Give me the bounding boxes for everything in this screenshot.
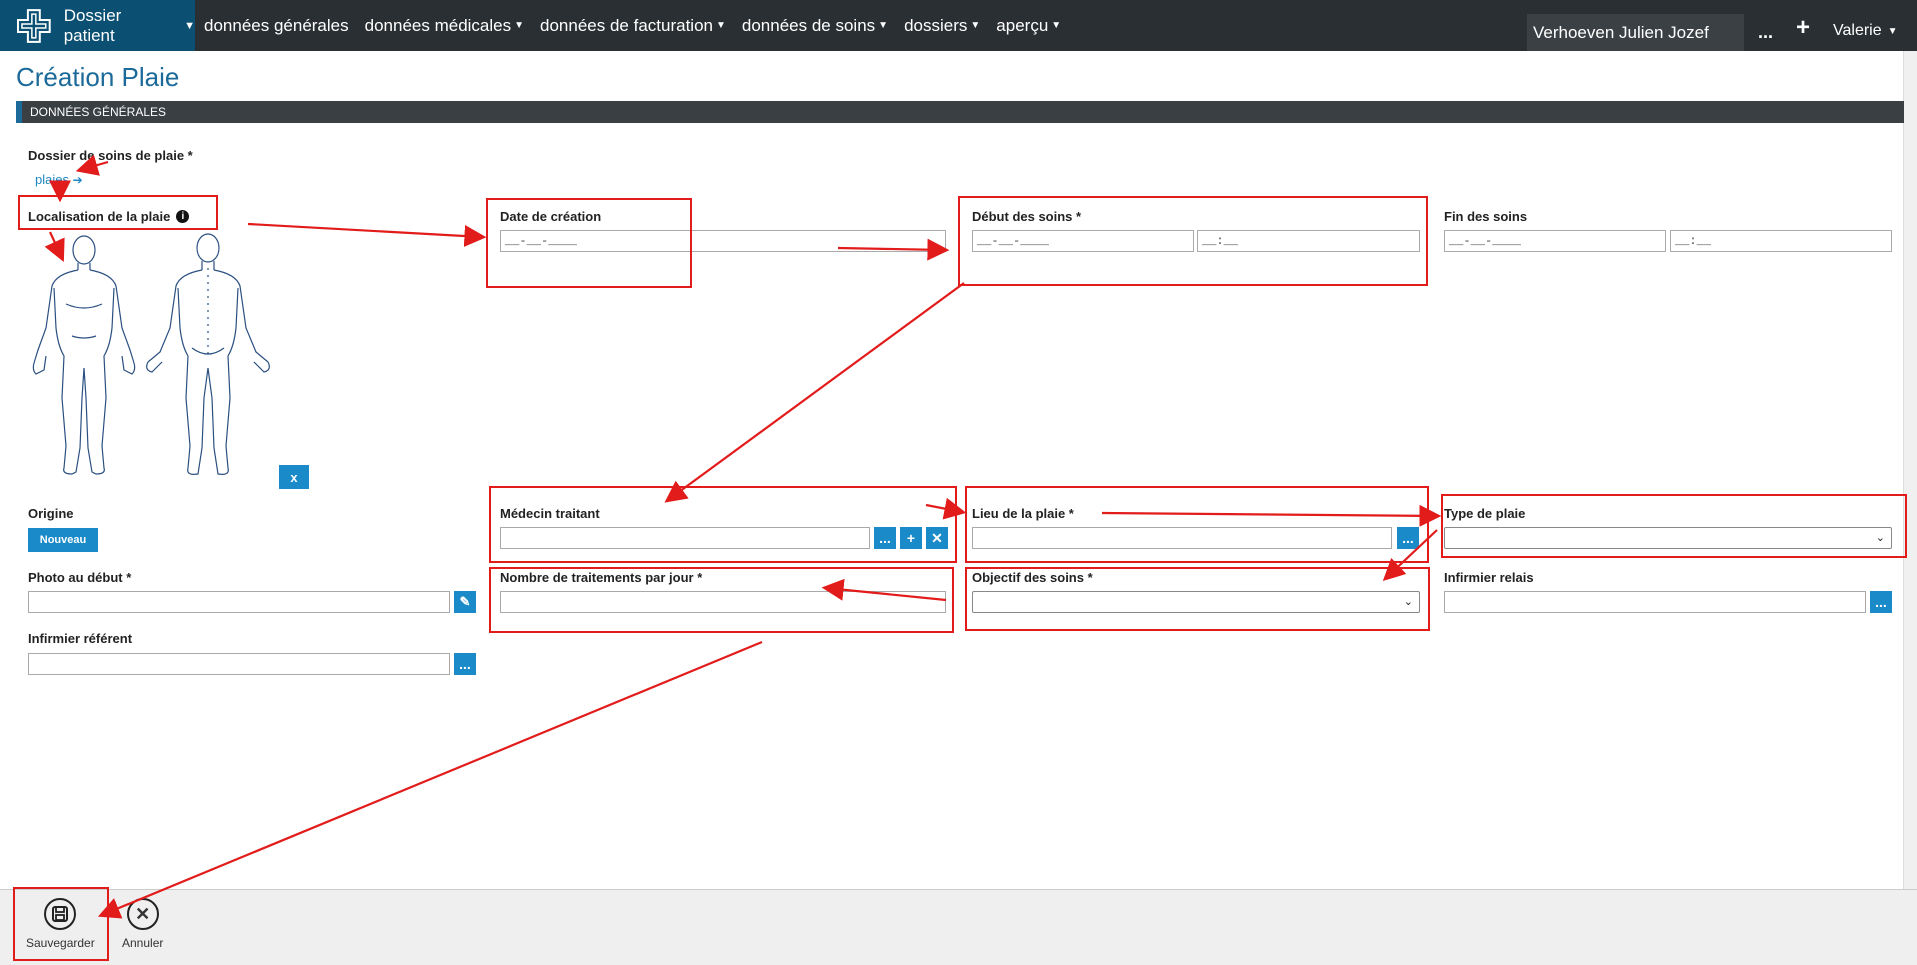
origine-nouveau-button[interactable]: Nouveau	[28, 528, 98, 552]
nav-donnees-medicales[interactable]: données médicales ▼	[365, 16, 524, 36]
patient-selector[interactable]: Verhoeven Julien Jozef	[1527, 14, 1744, 51]
fin-soins-date-input[interactable]: __-__-____	[1444, 230, 1666, 252]
brand-label: Dossier patient	[63, 5, 122, 45]
fin-soins-label: Fin des soins	[1444, 209, 1528, 224]
referent-search-button[interactable]: ...	[454, 653, 476, 675]
fin-soins-time-input[interactable]: __:__	[1670, 230, 1892, 252]
nav-dossiers[interactable]: dossiers ▼	[904, 16, 980, 36]
annotation-box-date-creation	[486, 198, 692, 288]
referent-label: Infirmier référent	[28, 631, 133, 646]
chevron-down-icon: ▼	[1051, 20, 1062, 31]
annotation-box-type	[1441, 494, 1907, 558]
chevron-down-icon: ▼	[715, 20, 726, 31]
body-diagram[interactable]	[26, 228, 276, 480]
dossier-patient-menu[interactable]: Dossier patient ▼	[0, 0, 195, 51]
annotation-box-medecin	[489, 486, 957, 563]
add-button[interactable]: +	[1796, 14, 1810, 42]
nav-donnees-soins[interactable]: données de soins ▼	[742, 16, 888, 36]
referent-input[interactable]	[28, 653, 450, 675]
user-name: Valerie	[1833, 22, 1882, 39]
annotation-box-localisation	[18, 195, 218, 230]
action-bar	[0, 889, 1917, 965]
chevron-down-icon: ▼	[970, 20, 981, 31]
body-back-figure	[146, 233, 270, 475]
page-title: Création Plaie	[16, 62, 180, 92]
medical-cross-logo-icon	[16, 8, 51, 43]
chevron-down-icon: ▼	[184, 19, 195, 32]
dossier-label: Dossier de soins de plaie *	[28, 148, 193, 163]
dossier-plaies-link[interactable]: plaies ➔	[35, 172, 83, 187]
vertical-scrollbar[interactable]	[1903, 51, 1917, 889]
annotation-box-nombre	[489, 567, 954, 633]
cancel-button[interactable]: ✕ Annuler	[122, 898, 163, 950]
cancel-label: Annuler	[122, 936, 164, 950]
photo-label: Photo au début *	[28, 570, 132, 585]
user-menu[interactable]: Valerie ▼	[1833, 22, 1898, 40]
more-menu-button[interactable]: ...	[1758, 22, 1773, 43]
relais-input[interactable]	[1444, 591, 1866, 613]
chevron-down-icon: ▼	[514, 20, 525, 31]
section-header: DONNÉES GÉNÉRALES	[16, 101, 1904, 123]
nav-apercu[interactable]: aperçu ▼	[996, 16, 1061, 36]
main-nav: données générales données médicales ▼ don…	[204, 0, 1077, 51]
chevron-down-icon: ▼	[1887, 25, 1898, 37]
annotation-box-objectif	[965, 567, 1430, 631]
nav-donnees-generales[interactable]: données générales	[204, 16, 349, 36]
annotation-box-debut-soins	[958, 196, 1428, 286]
relais-search-button[interactable]: ...	[1870, 591, 1892, 613]
annotation-box-lieu	[965, 486, 1429, 563]
photo-input[interactable]	[28, 591, 450, 613]
photo-edit-button[interactable]: ✎	[454, 591, 476, 613]
origine-label: Origine	[28, 506, 74, 521]
arrow-right-icon: ➔	[72, 173, 83, 187]
relais-label: Infirmier relais	[1444, 570, 1534, 585]
top-navbar: Dossier patient ▼ données générales donn…	[0, 0, 1917, 51]
pencil-icon: ✎	[459, 594, 471, 609]
close-icon: ✕	[126, 898, 159, 930]
body-clear-button[interactable]: x	[279, 465, 309, 489]
body-front-figure	[32, 235, 136, 475]
nav-donnees-facturation[interactable]: données de facturation ▼	[540, 16, 726, 36]
chevron-down-icon: ▼	[878, 20, 889, 31]
annotation-box-save	[13, 887, 109, 961]
